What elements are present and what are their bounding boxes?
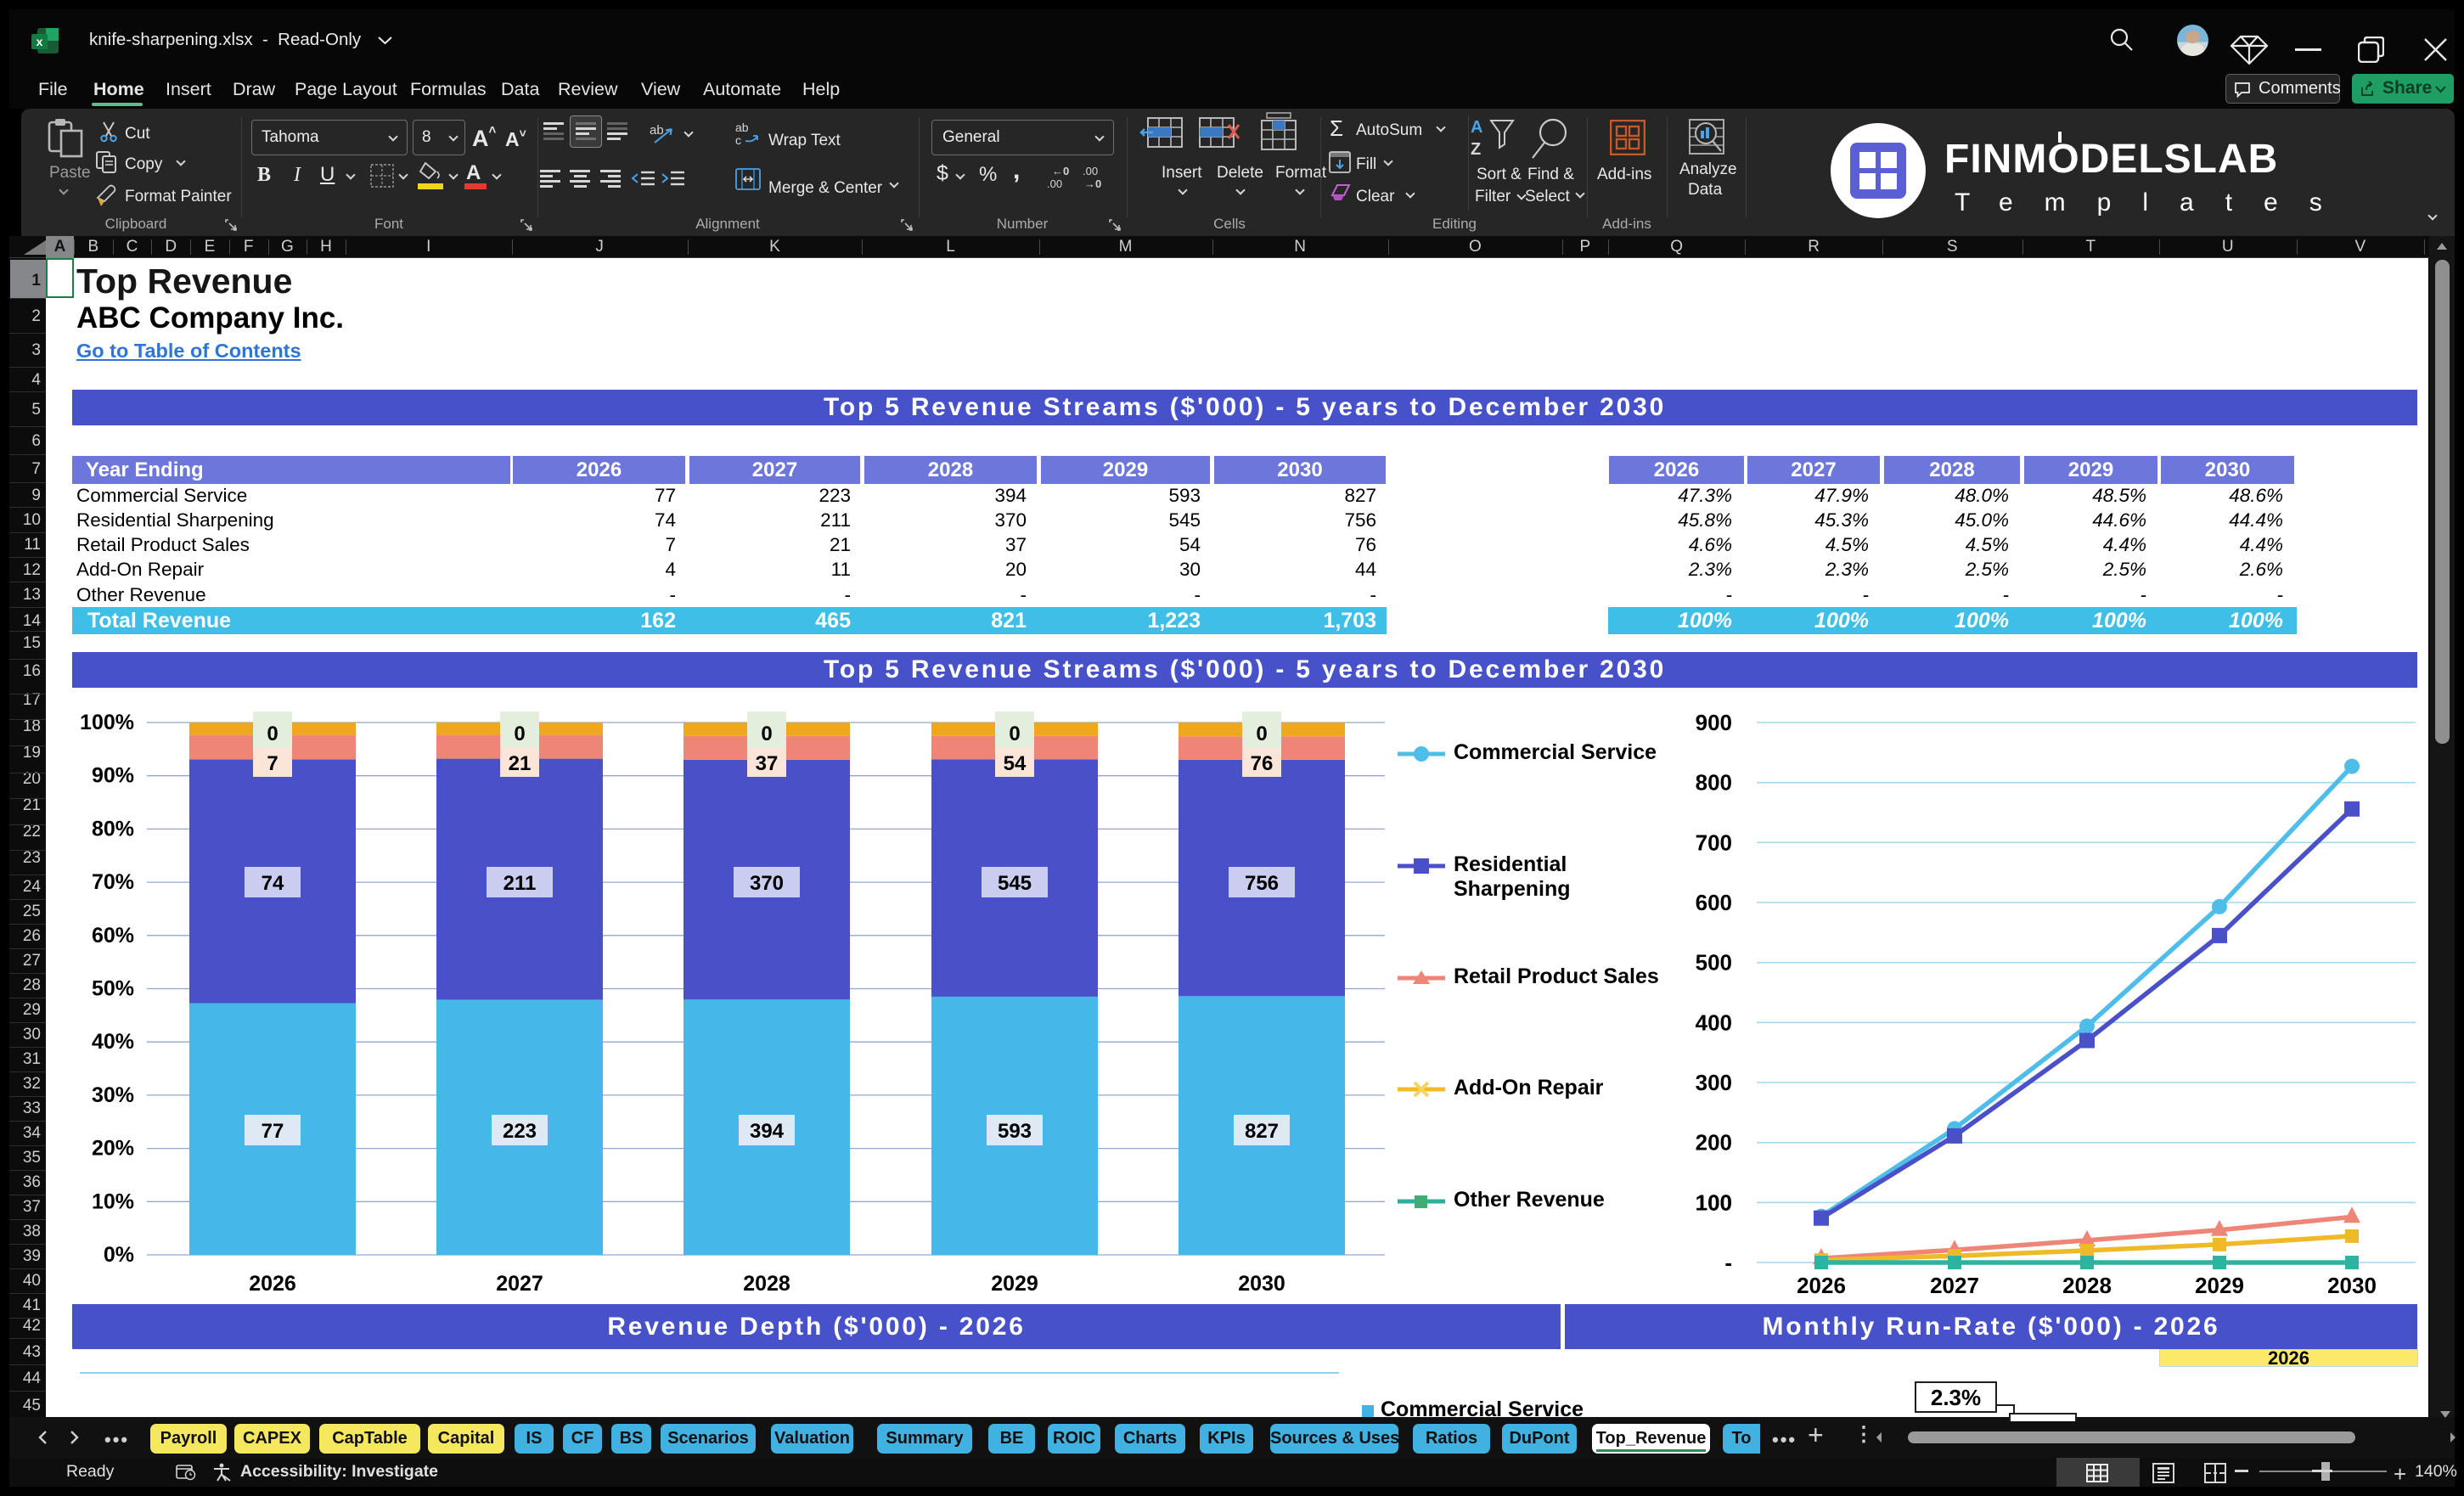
svg-text:70%: 70% <box>92 870 134 894</box>
svg-text:756: 756 <box>1245 872 1279 895</box>
svg-text:10%: 10% <box>92 1189 134 1213</box>
svg-text:200: 200 <box>1696 1130 1732 1156</box>
svg-text:x: x <box>37 35 43 48</box>
svg-text:.00: .00 <box>1047 177 1062 190</box>
svg-text:ab: ab <box>650 123 664 138</box>
svg-text:0: 0 <box>761 723 772 745</box>
svg-text:.00: .00 <box>1083 165 1098 177</box>
svg-text:2030: 2030 <box>1238 1272 1285 1296</box>
svg-text:223: 223 <box>503 1120 537 1143</box>
svg-text:0: 0 <box>514 723 525 745</box>
svg-text:0: 0 <box>1256 723 1267 745</box>
svg-text:80%: 80% <box>92 817 134 841</box>
svg-text:0%: 0% <box>104 1243 134 1267</box>
svg-text:300: 300 <box>1696 1070 1732 1095</box>
svg-text:2026: 2026 <box>1797 1273 1846 1298</box>
svg-text:2027: 2027 <box>1930 1273 1979 1298</box>
svg-text:37: 37 <box>756 752 779 775</box>
svg-text:545: 545 <box>998 872 1032 895</box>
svg-text:60%: 60% <box>92 924 134 948</box>
svg-text:394: 394 <box>750 1120 785 1143</box>
svg-text:74: 74 <box>262 872 284 895</box>
svg-text:2030: 2030 <box>2327 1273 2377 1298</box>
svg-text:370: 370 <box>750 872 784 895</box>
svg-text:100: 100 <box>1696 1189 1732 1215</box>
svg-text:40%: 40% <box>92 1030 134 1054</box>
svg-text:7: 7 <box>267 752 278 775</box>
svg-text:593: 593 <box>998 1120 1032 1143</box>
svg-text:30%: 30% <box>92 1083 134 1107</box>
svg-text:2028: 2028 <box>743 1272 790 1296</box>
svg-text:500: 500 <box>1696 950 1732 976</box>
svg-text:2026: 2026 <box>249 1272 296 1296</box>
svg-text:-: - <box>1724 1250 1732 1275</box>
svg-text:700: 700 <box>1696 830 1732 855</box>
svg-text:0: 0 <box>1009 723 1020 745</box>
svg-text:211: 211 <box>503 872 537 895</box>
svg-text:Z: Z <box>1471 140 1481 159</box>
svg-text:2027: 2027 <box>496 1272 543 1296</box>
svg-text:600: 600 <box>1696 890 1732 915</box>
svg-text:c: c <box>735 133 741 147</box>
svg-text:50%: 50% <box>92 977 134 1001</box>
svg-text:←0: ←0 <box>1052 165 1069 177</box>
svg-text:54: 54 <box>1004 752 1027 775</box>
svg-text:400: 400 <box>1696 1010 1732 1035</box>
svg-text:0: 0 <box>267 723 278 745</box>
svg-text:21: 21 <box>509 752 532 775</box>
svg-text:2028: 2028 <box>2062 1273 2112 1298</box>
svg-text:827: 827 <box>1245 1120 1279 1143</box>
svg-text:20%: 20% <box>92 1137 134 1161</box>
svg-text:900: 900 <box>1696 710 1732 735</box>
svg-text:2029: 2029 <box>2195 1273 2244 1298</box>
svg-text:90%: 90% <box>92 764 134 788</box>
svg-text:ab: ab <box>735 121 749 134</box>
svg-text:77: 77 <box>262 1120 284 1143</box>
svg-text:100%: 100% <box>80 711 134 734</box>
svg-text:800: 800 <box>1696 770 1732 796</box>
svg-text:2029: 2029 <box>991 1272 1038 1296</box>
svg-text:A: A <box>1471 118 1482 137</box>
svg-text:76: 76 <box>1251 752 1274 775</box>
svg-text:→0: →0 <box>1084 177 1101 190</box>
